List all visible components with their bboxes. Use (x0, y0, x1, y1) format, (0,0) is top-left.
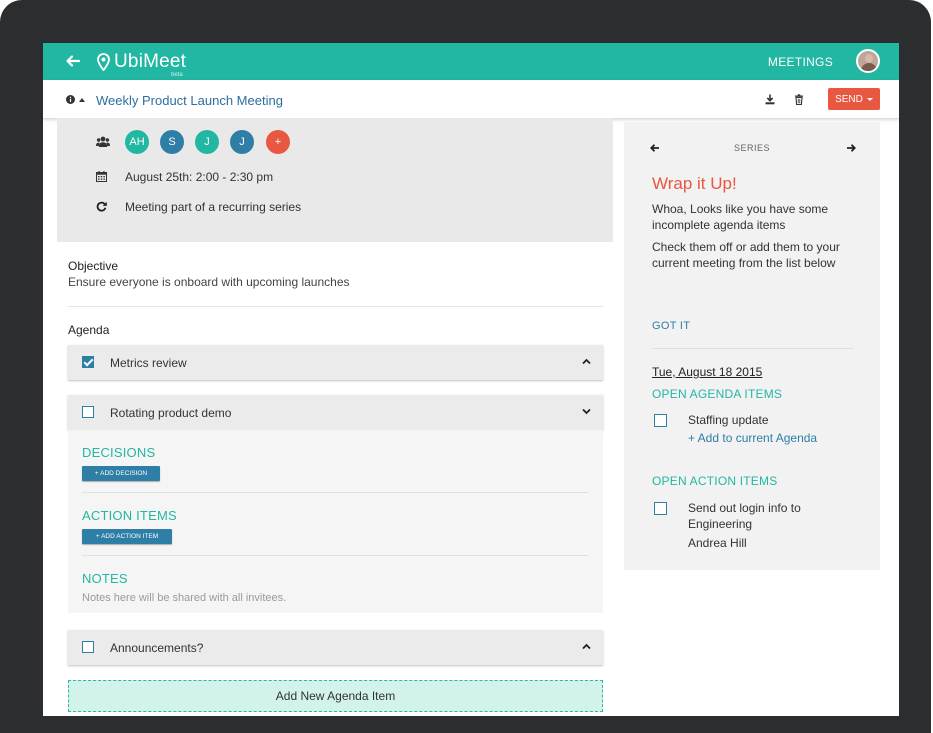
open-agenda-items-title: OPEN AGENDA ITEMS (652, 387, 783, 401)
agenda-item[interactable]: Metrics review (68, 345, 603, 380)
add-decision-button[interactable]: + ADD DECISION (82, 466, 160, 481)
add-action-item-button[interactable]: + ADD ACTION ITEM (82, 529, 172, 544)
series-label: SERIES (733, 143, 770, 153)
wrap-up-message: Whoa, Looks like you have some incomplet… (652, 202, 829, 232)
calendar-icon (96, 171, 107, 182)
agenda-item[interactable]: Rotating product demo (68, 395, 603, 430)
location-pin-icon (97, 53, 110, 71)
trash-icon[interactable] (794, 94, 804, 105)
action-item-assignee: Andrea Hill (688, 536, 747, 550)
agenda-item[interactable]: Announcements? (68, 630, 603, 665)
series-panel: SERIES Wrap it Up! Whoa, Looks like you … (624, 122, 880, 570)
avatar-body (861, 63, 877, 71)
notes-title: NOTES (82, 571, 128, 586)
chevron-down-icon[interactable] (582, 407, 591, 416)
wrap-up-instructions: Check them off or add them to your curre… (652, 240, 840, 270)
attendee-avatar[interactable]: S (160, 130, 184, 154)
back-arrow-icon[interactable] (65, 53, 81, 69)
agenda-item-label: Metrics review (110, 356, 187, 370)
agenda-item-checkbox[interactable] (82, 356, 94, 368)
meeting-title-bar: Weekly Product Launch Meeting SEND (43, 80, 899, 119)
objective-label: Objective (68, 259, 119, 273)
agenda-item-checkbox[interactable] (82, 641, 94, 653)
device-frame: UbiMeet beta MEETINGS Weekly Product Lau… (0, 0, 931, 733)
previous-meeting-date[interactable]: Tue, August 18 2015 (652, 365, 762, 379)
app-screen: UbiMeet beta MEETINGS Weekly Product Lau… (43, 43, 899, 716)
group-icon (96, 136, 110, 147)
action-items-title: ACTION ITEMS (82, 508, 177, 523)
beta-badge: beta (171, 72, 183, 78)
send-label: SEND (835, 93, 863, 105)
agenda-item-details: DECISIONS + ADD DECISION ACTION ITEMS + … (68, 430, 603, 613)
meeting-date[interactable]: August 25th: 2:00 - 2:30 pm (125, 170, 273, 184)
chevron-up-icon[interactable] (582, 357, 591, 366)
divider (82, 492, 588, 493)
divider (82, 555, 588, 556)
chevron-up-icon[interactable] (582, 642, 591, 651)
send-button[interactable]: SEND (828, 88, 880, 110)
divider (652, 348, 853, 349)
avatar-face (865, 54, 873, 63)
add-to-current-agenda-link[interactable]: + Add to current Agenda (688, 431, 817, 445)
attendee-avatar[interactable]: AH (125, 130, 149, 154)
top-bar: UbiMeet beta MEETINGS (43, 43, 899, 80)
next-arrow-icon[interactable] (846, 143, 856, 153)
attendee-avatar[interactable]: J (230, 130, 254, 154)
open-agenda-item-label: Staffing update (688, 413, 769, 427)
user-avatar[interactable] (856, 49, 880, 73)
recurring-text: Meeting part of a recurring series (125, 200, 302, 214)
objective-text[interactable]: Ensure everyone is onboard with upcoming… (68, 275, 350, 289)
open-action-items-title: OPEN ACTION ITEMS (652, 474, 778, 488)
attendee-avatar[interactable]: J (195, 130, 219, 154)
notes-input[interactable]: Notes here will be shared with all invit… (82, 592, 286, 604)
open-agenda-item-checkbox[interactable] (654, 414, 667, 427)
download-icon[interactable] (765, 94, 775, 105)
add-agenda-item-button[interactable]: Add New Agenda Item (68, 680, 603, 712)
caret-up-icon[interactable] (79, 98, 85, 102)
divider (68, 306, 603, 307)
info-icon[interactable] (66, 95, 75, 104)
agenda-item-label: Announcements? (110, 641, 204, 655)
agenda-label: Agenda (68, 323, 110, 337)
open-action-item-label: Send out login info to Engineering (688, 501, 801, 531)
open-action-item-checkbox[interactable] (654, 502, 667, 515)
nav-meetings[interactable]: MEETINGS (768, 55, 833, 69)
app-name: UbiMeet (114, 51, 187, 72)
got-it-link[interactable]: GOT IT (652, 320, 690, 332)
agenda-item-checkbox[interactable] (82, 406, 94, 418)
app-logo[interactable]: UbiMeet beta (97, 50, 187, 78)
caret-down-icon (866, 97, 873, 101)
add-attendee-button[interactable]: + (266, 130, 290, 154)
decisions-title: DECISIONS (82, 445, 156, 460)
agenda-item-label: Rotating product demo (110, 406, 232, 420)
meeting-title[interactable]: Weekly Product Launch Meeting (96, 93, 283, 108)
refresh-icon (96, 201, 107, 212)
wrap-up-title: Wrap it Up! (652, 174, 737, 193)
